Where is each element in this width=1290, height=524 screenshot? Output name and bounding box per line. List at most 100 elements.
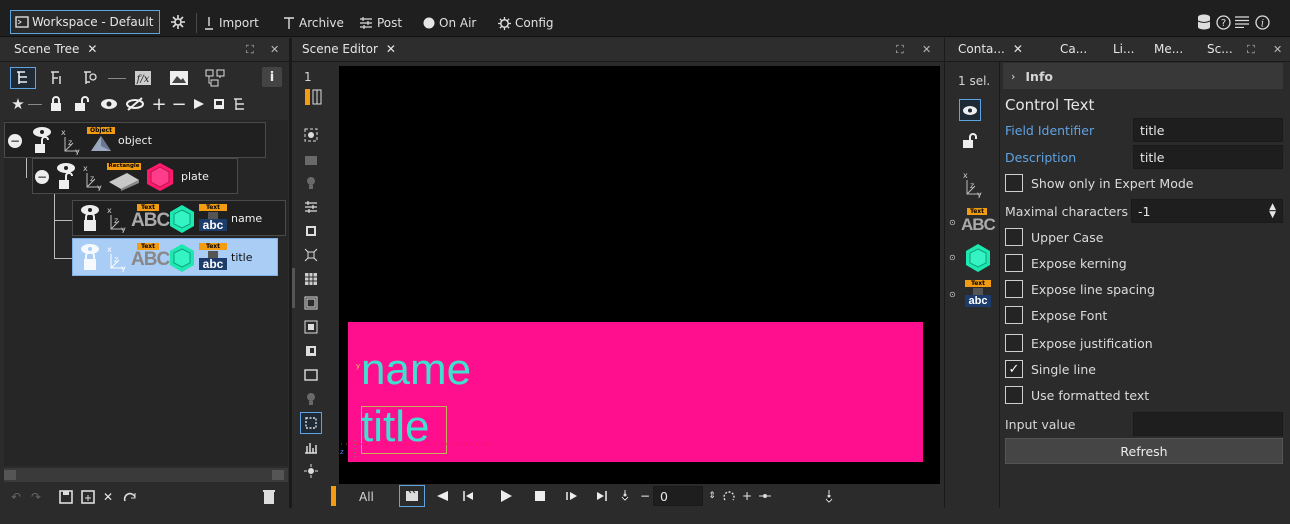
collapse-toggle-icon[interactable]: − [35,170,49,184]
to-end-icon[interactable] [593,488,611,504]
expose-line-spacing-checkbox[interactable]: Expose line spacing [1005,278,1155,300]
single-line-checkbox[interactable]: ✓ Single line [1005,358,1096,380]
save-icon[interactable] [58,489,74,505]
clapper-icon[interactable] [399,485,425,507]
expose-kerning-checkbox[interactable]: Expose kerning [1005,252,1127,274]
minus-icon[interactable]: − [637,488,653,504]
add-icon[interactable]: + [150,94,168,115]
close-icon[interactable]: ✕ [386,42,396,56]
refresh-button[interactable]: Refresh [1005,438,1283,464]
light-icon[interactable] [300,172,322,194]
eye-hidden-icon[interactable] [124,94,146,114]
horizontal-scrollbar[interactable] [4,468,288,482]
tab-media[interactable]: Me... [1154,42,1183,56]
archive-button[interactable]: Archive [283,14,344,32]
all-label[interactable]: All [359,490,374,504]
formatted-text-checkbox[interactable]: Use formatted text [1005,384,1149,406]
bulb-icon[interactable] [300,388,322,410]
eye-icon[interactable] [98,94,120,114]
spin-arrows-icon[interactable]: ▲ ▼ [1269,203,1276,220]
material-item[interactable]: ⊙ [949,243,993,273]
unlock-toggle-icon[interactable] [959,130,981,152]
workspace-selector[interactable]: Workspace - Default [10,10,160,34]
upper-case-checkbox[interactable]: Upper Case [1005,226,1103,248]
mask-icon[interactable] [300,340,322,362]
save-as-icon[interactable] [80,489,96,505]
resize-handles-icon[interactable] [300,244,322,266]
trash-icon[interactable] [262,488,276,506]
image-icon[interactable] [166,67,192,89]
close-panel-icon[interactable]: ✕ [922,43,931,56]
config-button[interactable]: Config [498,14,554,32]
rewind-icon[interactable] [433,488,451,504]
menu-lines-icon[interactable] [1234,13,1250,31]
tab-script[interactable]: Sc... [1207,42,1233,56]
tab-control[interactable]: Conta... ✕ [958,42,1023,56]
description-input[interactable]: title [1133,145,1283,169]
frame-input[interactable]: 0 [653,486,703,506]
on-air-button[interactable]: On Air [423,14,476,32]
checkbox-box[interactable] [1005,254,1023,272]
checkbox-box[interactable] [1005,174,1023,192]
visibility-lock-icon[interactable] [79,243,101,273]
close-scene-icon[interactable]: ✕ [100,489,116,505]
graph-icon[interactable] [202,67,228,89]
unlock-icon[interactable] [72,94,92,114]
screen-icon[interactable] [210,94,228,114]
post-button[interactable]: Post [359,14,402,32]
close-panel-icon[interactable]: ✕ [1273,43,1282,56]
tree-view-icon[interactable] [10,67,36,89]
checkbox-box[interactable] [1005,280,1023,298]
eye-toggle-icon[interactable] [959,99,981,121]
canvas-name-text[interactable]: name [361,348,471,392]
tab-scene-editor[interactable]: Scene Editor ✕ [302,42,396,56]
field-identifier-input[interactable]: title [1133,118,1283,142]
input-value-field[interactable] [1133,412,1283,436]
settings-tool-icon[interactable] [168,12,188,32]
checkbox-box[interactable] [1005,228,1023,246]
safe-area-icon[interactable] [300,292,322,314]
tree-node-title[interactable]: xzy Text ABC Text abc title [72,238,278,276]
maximize-icon[interactable]: ⛶ [896,43,904,57]
keyframe-marker-icon[interactable] [821,488,837,504]
keyframe-prev-icon[interactable] [617,488,633,504]
close-panel-icon[interactable]: ✕ [270,43,279,56]
sliders-icon[interactable] [300,196,322,218]
tree-search-icon[interactable] [78,67,102,89]
redo-icon[interactable]: ↷ [28,489,44,505]
maximize-icon[interactable]: ⛶ [1247,43,1255,57]
keyframe-next-icon[interactable] [757,488,773,504]
tree-node-object[interactable]: − xzy Object object [4,122,266,158]
maximal-characters-spinbox[interactable]: -1 ▲ ▼ [1131,199,1283,223]
layer-slider[interactable] [304,88,326,106]
expose-justification-checkbox[interactable]: Expose justification [1005,332,1153,354]
info-header[interactable]: › Info [1003,63,1283,89]
expert-mode-checkbox[interactable]: Show only in Expert Mode [1005,172,1193,194]
step-forward-icon[interactable] [563,488,581,504]
checkbox-box[interactable]: ✓ [1005,360,1023,378]
function-icon[interactable]: f/x [130,67,156,89]
grid-icon[interactable] [300,268,322,290]
remove-icon[interactable]: − [170,94,188,115]
snapshot-icon[interactable] [300,124,322,146]
import-button[interactable]: Import [203,14,259,32]
visibility-lock-icon[interactable] [55,162,77,192]
center-icon[interactable] [300,460,322,482]
reload-icon[interactable] [120,489,140,505]
histogram-icon[interactable] [300,436,322,458]
gizmo-axes[interactable]: z [339,440,489,460]
render-canvas[interactable]: name title z y [339,66,940,484]
lock-icon[interactable] [46,94,66,114]
checkbox-box[interactable] [1005,334,1023,352]
step-back-icon[interactable] [459,488,477,504]
tab-scene-tree[interactable]: Scene Tree ✕ [14,42,97,56]
tab-light[interactable]: Li... [1113,42,1134,56]
visibility-lock-icon[interactable] [79,204,101,234]
stop-icon[interactable] [531,488,549,504]
tree-script-icon[interactable] [45,67,69,89]
info-icon[interactable]: i [1254,13,1270,31]
checkbox-box[interactable] [1005,306,1023,324]
playhead-marker[interactable] [331,486,336,506]
expose-font-checkbox[interactable]: Expose Font [1005,304,1107,326]
tree-node-name[interactable]: xzy Text ABC Text abc name [72,200,286,236]
